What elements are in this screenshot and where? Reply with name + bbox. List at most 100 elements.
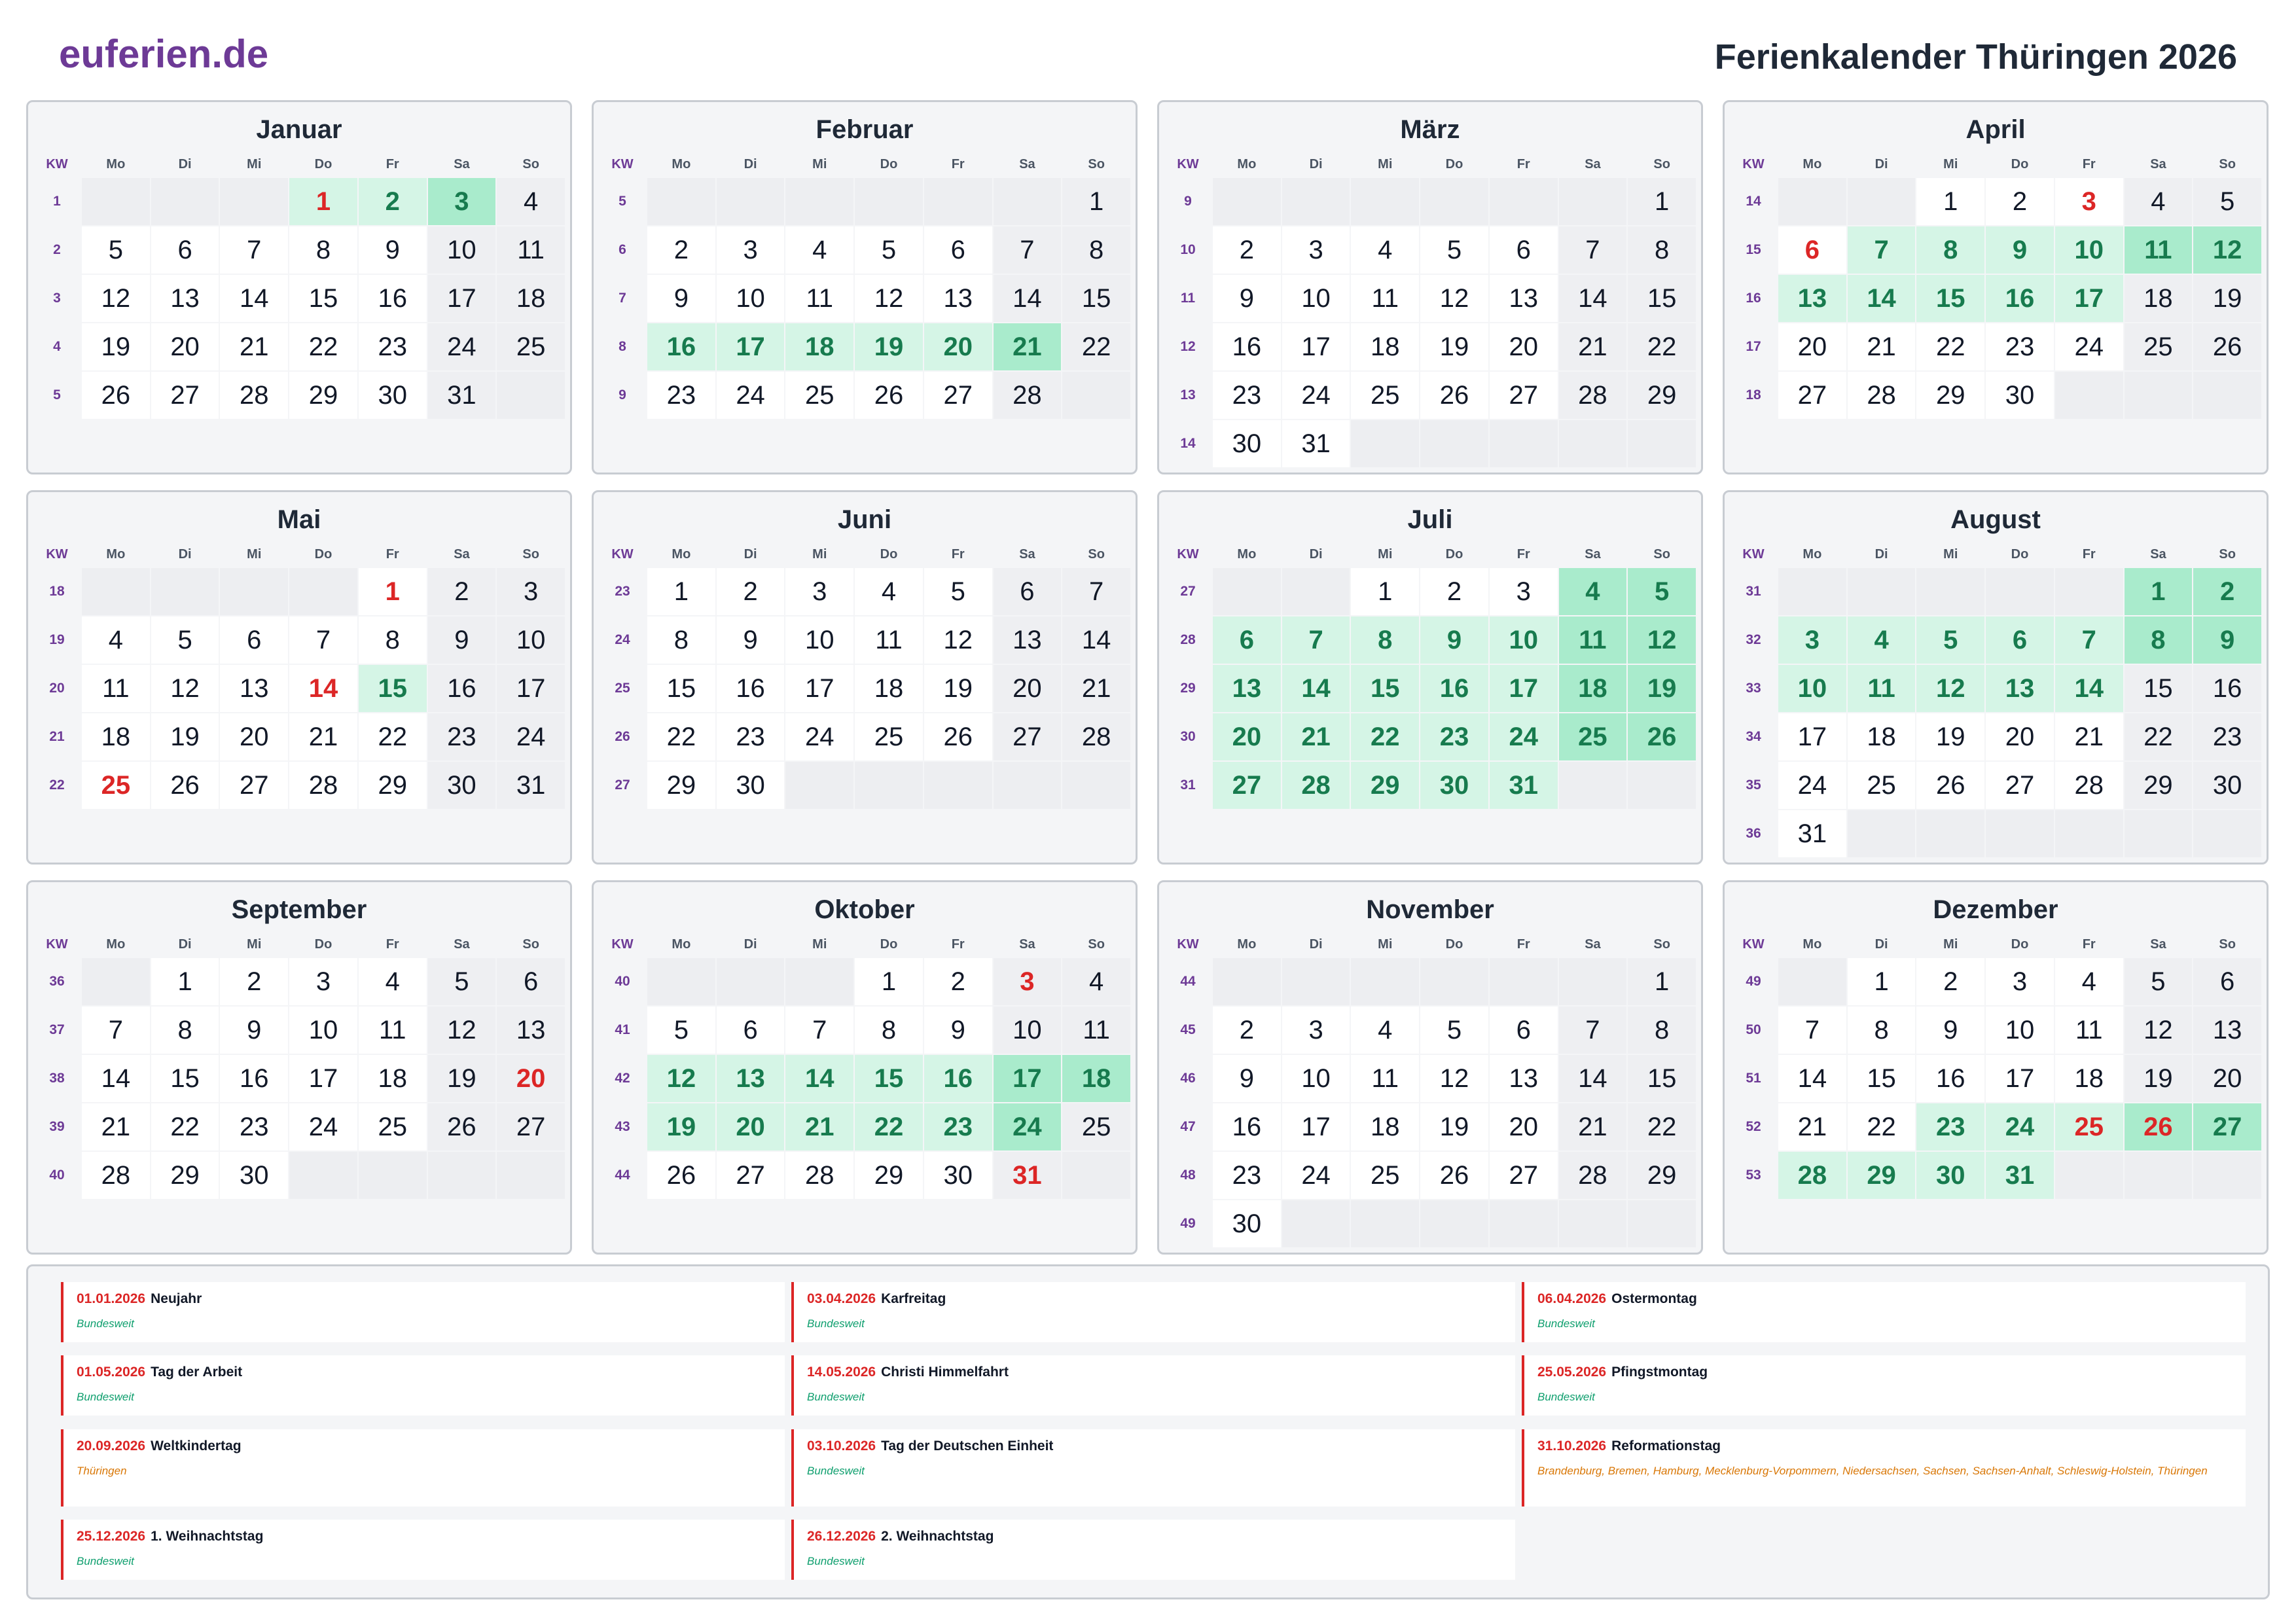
vacation-day-cell[interactable]: 22 (855, 1103, 923, 1150)
day-cell[interactable]: 27 (497, 1103, 565, 1150)
day-cell[interactable]: 31 (427, 372, 496, 419)
vacation-day-cell[interactable]: 29 (1351, 762, 1420, 809)
day-cell[interactable]: 22 (1916, 323, 1985, 370)
day-cell[interactable]: 29 (1916, 372, 1985, 419)
day-cell[interactable]: 23 (1213, 372, 1281, 419)
day-cell[interactable]: 7 (220, 226, 289, 274)
day-cell[interactable]: 10 (993, 1007, 1062, 1054)
day-cell[interactable]: 20 (1489, 323, 1558, 370)
day-cell[interactable]: 20 (1778, 323, 1846, 370)
vacation-day-cell[interactable]: 12 (1628, 616, 1696, 664)
vacation-day-cell[interactable]: 12 (647, 1055, 715, 1102)
day-cell[interactable]: 13 (1489, 275, 1558, 322)
day-cell[interactable]: 1 (647, 568, 715, 615)
day-cell[interactable]: 12 (855, 275, 923, 322)
public-holiday-cell[interactable]: 1 (289, 178, 357, 225)
day-cell[interactable]: 14 (1558, 275, 1627, 322)
vacation-day-cell[interactable]: 13 (716, 1055, 785, 1102)
vacation-day-cell[interactable]: 30 (1916, 1152, 1985, 1199)
day-cell[interactable]: 24 (289, 1103, 357, 1150)
vacation-day-cell[interactable]: 4 (1847, 616, 1916, 664)
vacation-day-cell[interactable]: 2 (358, 178, 427, 225)
day-cell[interactable]: 19 (924, 665, 992, 712)
day-cell[interactable]: 12 (1420, 1055, 1488, 1102)
brand-logo[interactable]: euferien.de (59, 31, 268, 77)
day-cell[interactable]: 21 (1778, 1103, 1846, 1150)
day-cell[interactable]: 16 (1213, 1103, 1281, 1150)
day-cell[interactable]: 27 (151, 372, 219, 419)
day-cell[interactable]: 10 (1282, 1055, 1350, 1102)
vacation-day-cell[interactable]: 2 (2193, 568, 2261, 615)
day-cell[interactable]: 6 (220, 616, 289, 664)
day-cell[interactable]: 16 (716, 665, 785, 712)
day-cell[interactable]: 15 (1062, 275, 1130, 322)
day-cell[interactable]: 7 (289, 616, 357, 664)
day-cell[interactable]: 8 (1628, 1007, 1696, 1054)
day-cell[interactable]: 24 (716, 372, 785, 419)
vacation-day-cell[interactable]: 12 (2193, 226, 2261, 274)
day-cell[interactable]: 27 (924, 372, 992, 419)
day-cell[interactable]: 2 (1986, 178, 2054, 225)
vacation-day-cell[interactable]: 5 (1916, 616, 1985, 664)
day-cell[interactable]: 18 (855, 665, 923, 712)
day-cell[interactable]: 3 (785, 568, 854, 615)
day-cell[interactable]: 5 (151, 616, 219, 664)
vacation-day-cell[interactable]: 19 (855, 323, 923, 370)
day-cell[interactable]: 28 (82, 1152, 150, 1199)
vacation-day-cell[interactable]: 15 (358, 665, 427, 712)
day-cell[interactable]: 17 (1778, 713, 1846, 760)
vacation-day-cell[interactable]: 13 (1778, 275, 1846, 322)
day-cell[interactable]: 6 (993, 568, 1062, 615)
day-cell[interactable]: 4 (785, 226, 854, 274)
day-cell[interactable]: 1 (855, 958, 923, 1005)
vacation-day-cell[interactable]: 13 (1986, 665, 2054, 712)
day-cell[interactable]: 26 (855, 372, 923, 419)
day-cell[interactable]: 10 (1986, 1007, 2054, 1054)
day-cell[interactable]: 5 (647, 1007, 715, 1054)
day-cell[interactable]: 16 (2193, 665, 2261, 712)
day-cell[interactable]: 2 (1213, 226, 1281, 274)
vacation-day-cell[interactable]: 16 (1986, 275, 2054, 322)
day-cell[interactable]: 22 (358, 713, 427, 760)
day-cell[interactable]: 1 (1351, 568, 1420, 615)
day-cell[interactable]: 9 (1213, 1055, 1281, 1102)
day-cell[interactable]: 27 (993, 713, 1062, 760)
day-cell[interactable]: 15 (1628, 275, 1696, 322)
day-cell[interactable]: 30 (427, 762, 496, 809)
day-cell[interactable]: 11 (358, 1007, 427, 1054)
vacation-day-cell[interactable]: 16 (1420, 665, 1488, 712)
vacation-day-cell[interactable]: 9 (1420, 616, 1488, 664)
day-cell[interactable]: 6 (1489, 226, 1558, 274)
day-cell[interactable]: 24 (1282, 372, 1350, 419)
day-cell[interactable]: 4 (855, 568, 923, 615)
vacation-day-cell[interactable]: 20 (924, 323, 992, 370)
vacation-day-cell[interactable]: 17 (716, 323, 785, 370)
day-cell[interactable]: 19 (1916, 713, 1985, 760)
vacation-day-cell[interactable]: 24 (1489, 713, 1558, 760)
day-cell[interactable]: 28 (2054, 762, 2123, 809)
day-cell[interactable]: 5 (427, 958, 496, 1005)
day-cell[interactable]: 18 (1847, 713, 1916, 760)
day-cell[interactable]: 22 (1628, 1103, 1696, 1150)
public-holiday-cell[interactable]: 3 (2054, 178, 2123, 225)
day-cell[interactable]: 28 (220, 372, 289, 419)
day-cell[interactable]: 9 (924, 1007, 992, 1054)
vacation-day-cell[interactable]: 15 (1351, 665, 1420, 712)
vacation-day-cell[interactable]: 10 (1489, 616, 1558, 664)
day-cell[interactable]: 16 (220, 1055, 289, 1102)
vacation-day-cell[interactable]: 10 (2054, 226, 2123, 274)
day-cell[interactable]: 8 (855, 1007, 923, 1054)
day-cell[interactable]: 4 (1351, 1007, 1420, 1054)
day-cell[interactable]: 11 (855, 616, 923, 664)
day-cell[interactable]: 8 (358, 616, 427, 664)
day-cell[interactable]: 20 (151, 323, 219, 370)
day-cell[interactable]: 13 (151, 275, 219, 322)
day-cell[interactable]: 9 (220, 1007, 289, 1054)
day-cell[interactable]: 29 (1628, 1152, 1696, 1199)
day-cell[interactable]: 29 (358, 762, 427, 809)
day-cell[interactable]: 29 (1628, 372, 1696, 419)
day-cell[interactable]: 29 (289, 372, 357, 419)
day-cell[interactable]: 31 (497, 762, 565, 809)
vacation-day-cell[interactable]: 1 (2124, 568, 2193, 615)
day-cell[interactable]: 20 (1489, 1103, 1558, 1150)
